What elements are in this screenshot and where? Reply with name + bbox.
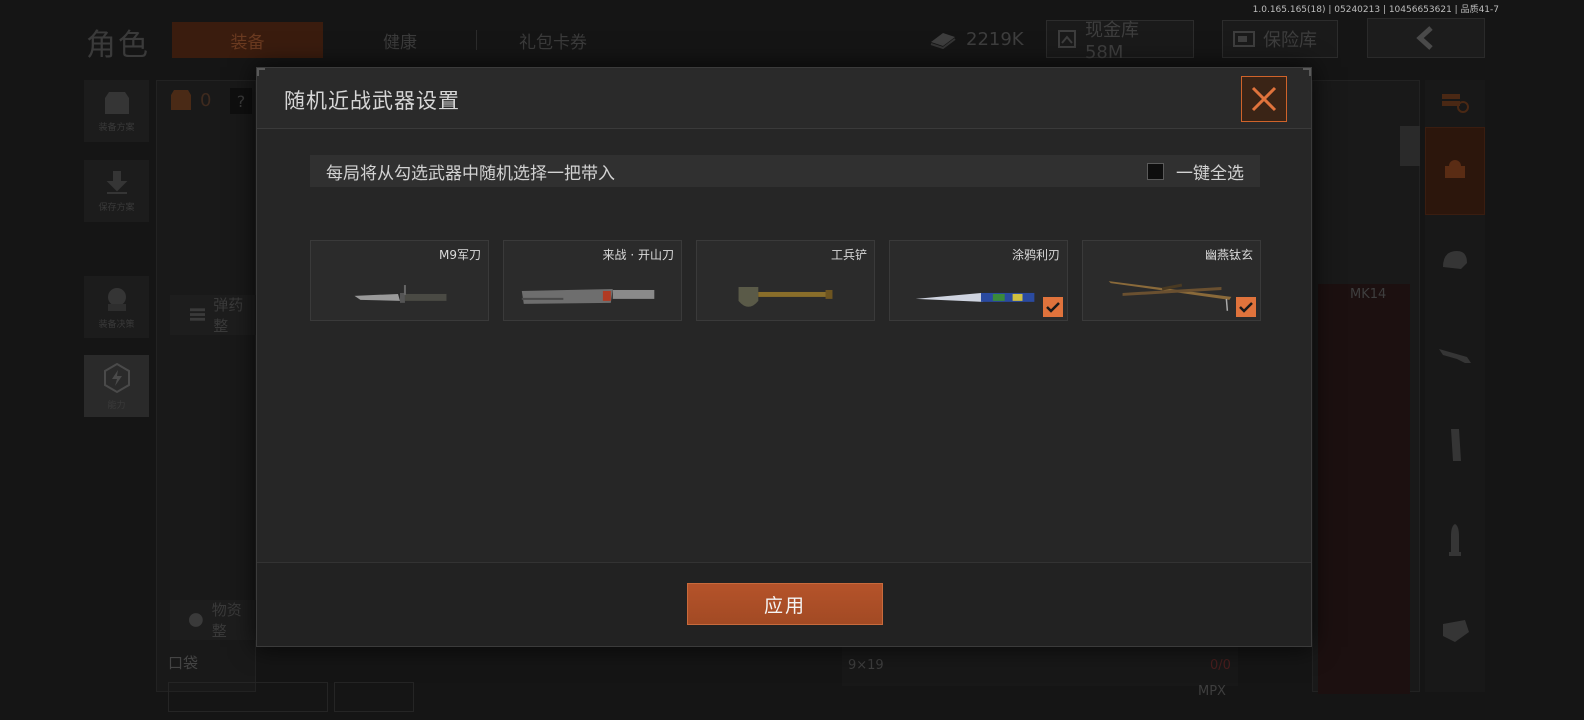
ammo-caliber: 9×19 <box>848 658 884 673</box>
insurance-vault-label: 保险库 <box>1263 30 1317 51</box>
bullet-icon <box>1449 524 1461 556</box>
weapon-card-twin-blade[interactable]: 幽燕钛玄 <box>1082 240 1261 321</box>
scrollbar-thumb[interactable] <box>1400 126 1420 166</box>
pocket-slot-1[interactable] <box>168 682 328 712</box>
modal-title: 随机近战武器设置 <box>284 89 460 113</box>
weapon-card-m9[interactable]: M9军刀 <box>310 240 489 321</box>
loadout-plan-button[interactable]: 装备方案 <box>84 80 149 142</box>
tab-gift-coupons[interactable]: 礼包卡券 <box>478 22 628 58</box>
twin-blade-icon <box>1108 281 1232 311</box>
checkmark-icon <box>1239 302 1253 313</box>
category-bag[interactable] <box>1425 590 1485 670</box>
knife-icon <box>354 285 447 303</box>
ammo-count: 0/0 <box>1210 658 1231 673</box>
helmet-soldier-icon <box>107 287 126 311</box>
page-title: 角色 <box>86 28 150 63</box>
tab-health[interactable]: 健康 <box>325 22 475 58</box>
cash-vault-label: 现金库 58M <box>1084 19 1139 63</box>
save-plan-label: 保存方案 <box>98 202 135 213</box>
weapon-card-machete[interactable]: 来战 · 开山刀 <box>503 240 682 321</box>
select-all-toggle[interactable]: 一键全选 <box>1147 159 1244 184</box>
version-info: 1.0.165.165(18) | 05240213 | 10456653621… <box>1252 5 1499 15</box>
category-melee[interactable] <box>1425 127 1485 215</box>
close-icon <box>1251 86 1277 112</box>
money-amount: 2219K <box>966 28 1024 50</box>
weapon-name-mk14: MK14 <box>1350 287 1387 302</box>
back-button[interactable] <box>1367 18 1485 58</box>
melee-category-icon <box>1445 160 1465 178</box>
help-badge[interactable]: ? <box>230 88 252 114</box>
magazine-icon <box>1451 429 1461 461</box>
select-all-label: 一键全选 <box>1176 163 1244 184</box>
hint-bar: 每局将从勾选武器中随机选择一把带入 一键全选 <box>310 155 1260 187</box>
weapon-checkbox-checked[interactable] <box>1043 297 1063 317</box>
lightning-hex-icon <box>103 362 130 393</box>
category-ammo[interactable] <box>1425 500 1485 580</box>
stack-refresh-icon <box>1442 94 1469 113</box>
rifle-icon <box>1439 349 1471 363</box>
vest-icon <box>104 91 129 114</box>
checkmark-icon <box>1046 302 1060 313</box>
supplies-icon <box>188 613 203 627</box>
weapon-card-graffiti-blade[interactable]: 涂鸦利刃 <box>889 240 1068 321</box>
random-melee-modal: 随机近战武器设置 每局将从勾选武器中随机选择一把带入 一键全选 M9军刀 来战 … <box>256 67 1312 647</box>
armor-status: 0 <box>170 88 211 112</box>
cash-vault-button[interactable]: 现金库 58M <box>1046 20 1194 63</box>
ability-label: 能力 <box>107 400 126 411</box>
tab-divider <box>476 30 477 50</box>
ammo-section-label: 弹药整 <box>213 296 244 335</box>
insurance-vault-button[interactable]: 保险库 <box>1222 20 1338 58</box>
ammo-section-header: 弹药整 <box>170 295 256 335</box>
graffiti-blade-icon <box>915 292 1035 302</box>
armor-icon <box>171 90 191 110</box>
supplies-section-label: 物资整 <box>211 601 242 640</box>
ability-button[interactable]: 能力 <box>84 355 149 417</box>
helmet-icon <box>1443 251 1467 269</box>
tab-equipment[interactable]: 装备 <box>172 22 323 58</box>
shovel-icon <box>738 287 833 307</box>
loadout-decision-button[interactable]: 装备决策 <box>84 276 149 338</box>
modal-corner-tr <box>1303 68 1311 76</box>
bag-icon <box>1443 620 1469 642</box>
apply-button[interactable]: 应用 <box>687 583 883 625</box>
select-all-checkbox[interactable] <box>1147 162 1164 180</box>
supplies-section-header: 物资整 <box>170 600 256 640</box>
save-plan-button[interactable]: 保存方案 <box>84 160 149 222</box>
hint-text: 每局将从勾选武器中随机选择一把带入 <box>326 163 615 184</box>
ammo-icon <box>190 308 206 321</box>
vault-icon <box>1057 30 1076 48</box>
weapon-checkbox-checked[interactable] <box>1236 297 1256 317</box>
close-button[interactable] <box>1241 76 1287 122</box>
ammo-row <box>842 646 1238 686</box>
machete-icon <box>521 289 655 304</box>
back-arrow-icon <box>1416 26 1433 50</box>
weapon-card-shovel[interactable]: 工兵铲 <box>696 240 875 321</box>
armor-count: 0 <box>200 89 212 111</box>
category-rifle[interactable] <box>1425 315 1485 395</box>
category-magazine[interactable] <box>1425 405 1485 485</box>
weapon-slot-mk14[interactable] <box>1318 284 1410 694</box>
bottom-weapon-name: MPX <box>1198 684 1226 699</box>
cash-stack-icon <box>930 33 956 49</box>
pocket-slot-2[interactable] <box>334 682 414 712</box>
money-display: 2219K <box>918 20 1034 58</box>
category-refresh[interactable] <box>1425 80 1485 124</box>
category-helmet[interactable] <box>1425 220 1485 300</box>
download-icon <box>106 170 127 194</box>
pocket-label: 口袋 <box>168 654 199 672</box>
loadout-decision-label: 装备决策 <box>98 319 135 330</box>
safe-icon <box>1233 31 1255 47</box>
modal-corner-tl <box>257 68 265 76</box>
loadout-plan-label: 装备方案 <box>98 122 135 133</box>
